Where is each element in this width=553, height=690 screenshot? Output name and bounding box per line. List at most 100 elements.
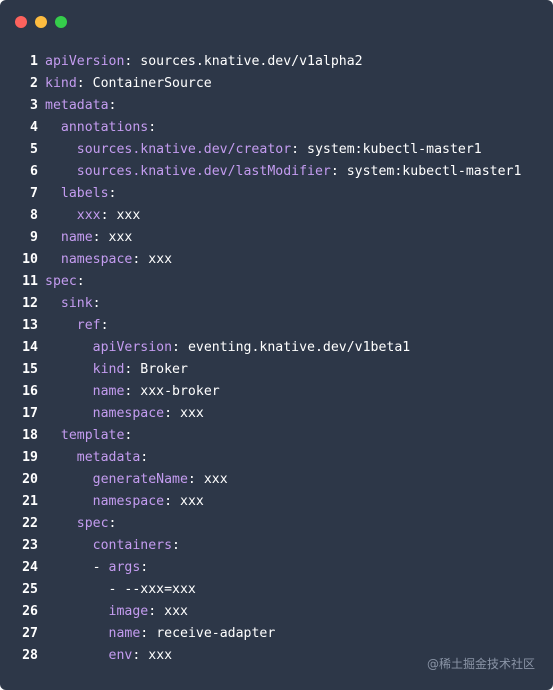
yaml-key: annotations bbox=[60, 120, 149, 135]
line-content: generateName: xxx bbox=[45, 469, 228, 491]
yaml-value: xxx bbox=[148, 252, 173, 267]
maximize-dot-icon[interactable] bbox=[55, 16, 67, 28]
line-number: 23 bbox=[22, 538, 38, 553]
yaml-value: system:kubectl-master1 bbox=[307, 142, 482, 157]
watermark: @稀土掘金技术社区 bbox=[426, 657, 535, 671]
line-content: labels: bbox=[45, 183, 117, 205]
yaml-value: ContainerSource bbox=[92, 76, 212, 91]
line-number: 3 bbox=[30, 98, 38, 113]
line-content: metadata: bbox=[45, 447, 148, 469]
yaml-separator: : bbox=[124, 384, 141, 399]
yaml-value: xxx bbox=[180, 406, 204, 421]
close-dot-icon[interactable] bbox=[15, 16, 27, 28]
yaml-separator: : bbox=[164, 494, 180, 509]
yaml-key: env bbox=[108, 648, 133, 663]
line-number: 27 bbox=[22, 626, 38, 641]
line-content: template: bbox=[45, 425, 132, 447]
line-number: 11 bbox=[22, 274, 38, 289]
minimize-dot-icon[interactable] bbox=[35, 16, 47, 28]
line-number: 10 bbox=[22, 252, 38, 267]
code-line: 6 sources.knative.dev/lastModifier: syst… bbox=[0, 161, 553, 183]
line-number: 22 bbox=[22, 516, 38, 531]
code-line: 7 labels: bbox=[0, 183, 553, 205]
code-window: 1 apiVersion: sources.knative.dev/v1alpha… bbox=[0, 0, 553, 690]
line-content: name: xxx-broker bbox=[45, 381, 220, 403]
line-content: sources.knative.dev/lastModifier: system… bbox=[45, 161, 522, 183]
indent: - bbox=[45, 560, 109, 575]
yaml-separator: : bbox=[187, 472, 204, 487]
code-line: 5 sources.knative.dev/creator: system:ku… bbox=[0, 139, 553, 161]
yaml-key: kind bbox=[92, 362, 125, 377]
code-line: 27 name: receive-adapter bbox=[0, 623, 553, 645]
yaml-separator: : bbox=[108, 186, 117, 201]
line-number: 28 bbox=[22, 648, 38, 663]
yaml-separator: : bbox=[140, 450, 149, 465]
yaml-separator: : bbox=[92, 230, 109, 245]
code-line: 10 namespace: xxx bbox=[0, 249, 553, 271]
yaml-key: labels bbox=[60, 186, 109, 201]
yaml-value: xxx bbox=[148, 648, 173, 663]
code-line: 18 template: bbox=[0, 425, 553, 447]
yaml-key: metadata bbox=[76, 450, 141, 465]
line-number: 18 bbox=[22, 428, 38, 443]
code-line: 8 xxx: xxx bbox=[0, 205, 553, 227]
code-line: 24 - args: bbox=[0, 557, 553, 579]
line-number: 16 bbox=[22, 384, 38, 399]
line-number: 6 bbox=[30, 164, 38, 179]
line-number: 21 bbox=[22, 494, 38, 509]
code-line: 19 metadata: bbox=[0, 447, 553, 469]
code-line: 13 ref: bbox=[0, 315, 553, 337]
yaml-separator: : bbox=[172, 538, 180, 553]
line-number: 20 bbox=[22, 472, 38, 487]
yaml-key: namespace bbox=[92, 406, 165, 421]
line-content: spec: bbox=[45, 513, 117, 535]
yaml-key: xxx bbox=[76, 208, 101, 223]
code-line: 3 metadata: bbox=[0, 95, 553, 117]
code-line: 12 sink: bbox=[0, 293, 553, 315]
yaml-separator: : bbox=[164, 406, 180, 421]
window-titlebar bbox=[0, 0, 553, 44]
line-content: spec: bbox=[45, 271, 85, 293]
line-number: 24 bbox=[22, 560, 38, 575]
yaml-value: receive-adapter bbox=[156, 626, 276, 641]
code-line: 1 apiVersion: sources.knative.dev/v1alpha… bbox=[0, 51, 553, 73]
code-line: 20 generateName: xxx bbox=[0, 469, 553, 491]
line-content: - --xxx=xxx bbox=[45, 579, 196, 601]
line-content: namespace: xxx bbox=[45, 403, 204, 425]
line-content: annotations: bbox=[45, 117, 156, 139]
yaml-key: args bbox=[108, 560, 141, 575]
yaml-key: name bbox=[60, 230, 93, 245]
line-content: namespace: xxx bbox=[45, 249, 172, 271]
line-number: 8 bbox=[30, 208, 38, 223]
yaml-separator: : bbox=[291, 142, 308, 157]
line-content: kind: ContainerSource bbox=[45, 73, 212, 95]
yaml-key: template bbox=[60, 428, 125, 443]
yaml-separator: : bbox=[124, 54, 141, 69]
yaml-separator: : bbox=[140, 626, 157, 641]
yaml-key: ref bbox=[76, 318, 101, 333]
code-line: 15 kind: Broker bbox=[0, 359, 553, 381]
line-number: 25 bbox=[22, 582, 38, 597]
line-content: image: xxx bbox=[45, 601, 188, 623]
yaml-key: name bbox=[92, 384, 125, 399]
yaml-key: sources.knative.dev/creator bbox=[76, 142, 292, 157]
yaml-key: namespace bbox=[92, 494, 165, 509]
yaml-value: eventing.knative.dev/v1beta1 bbox=[187, 340, 411, 355]
yaml-separator: : bbox=[92, 296, 101, 311]
line-number: 1 bbox=[30, 54, 38, 69]
yaml-key: spec bbox=[76, 516, 109, 531]
yaml-separator: : bbox=[330, 164, 347, 179]
